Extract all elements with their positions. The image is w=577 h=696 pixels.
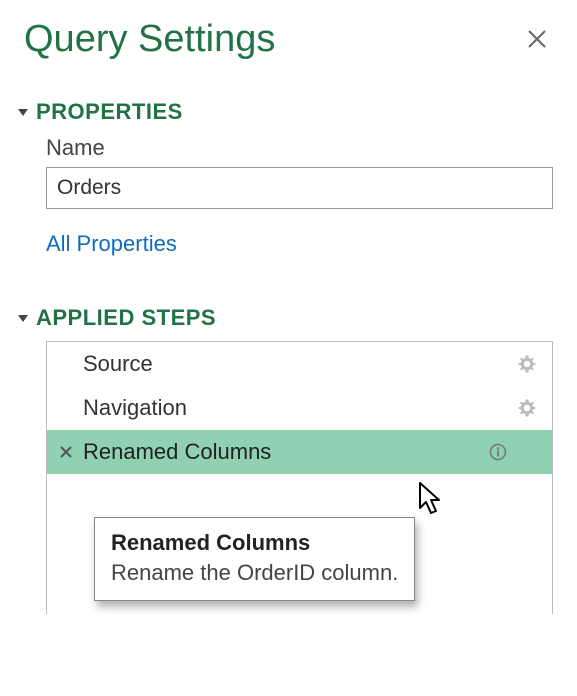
gear-icon[interactable] xyxy=(512,354,542,374)
step-row[interactable]: Navigation xyxy=(47,386,552,430)
step-row[interactable]: Renamed Columns xyxy=(47,430,552,474)
collapse-toggle-icon xyxy=(16,311,30,325)
close-button[interactable] xyxy=(521,26,553,54)
tooltip-body: Rename the OrderID column. xyxy=(111,560,398,586)
applied-steps-title: APPLIED STEPS xyxy=(36,305,216,331)
properties-section-header[interactable]: PROPERTIES xyxy=(16,99,553,125)
info-icon[interactable] xyxy=(484,443,512,461)
tooltip-title: Renamed Columns xyxy=(111,530,398,556)
all-properties-link[interactable]: All Properties xyxy=(46,231,177,257)
step-row[interactable]: Source xyxy=(47,342,552,386)
name-field-label: Name xyxy=(46,135,553,161)
applied-steps-section-header[interactable]: APPLIED STEPS xyxy=(16,305,553,331)
properties-title: PROPERTIES xyxy=(36,99,183,125)
collapse-toggle-icon xyxy=(16,105,30,119)
step-label: Source xyxy=(77,351,484,377)
applied-steps-list: Source Navigation Renamed Columns Renamed … xyxy=(46,341,553,614)
gear-icon[interactable] xyxy=(512,398,542,418)
panel-title: Query Settings xyxy=(24,18,275,61)
close-icon xyxy=(527,29,547,49)
query-settings-panel: Query Settings PROPERTIES Name All Prope… xyxy=(0,0,577,614)
panel-header: Query Settings xyxy=(24,18,553,61)
cursor-icon xyxy=(419,482,445,521)
step-label: Navigation xyxy=(77,395,484,421)
step-tooltip: Renamed Columns Rename the OrderID colum… xyxy=(94,517,415,601)
delete-step-icon[interactable] xyxy=(55,445,77,459)
name-input[interactable] xyxy=(46,167,553,209)
step-label: Renamed Columns xyxy=(77,439,484,465)
